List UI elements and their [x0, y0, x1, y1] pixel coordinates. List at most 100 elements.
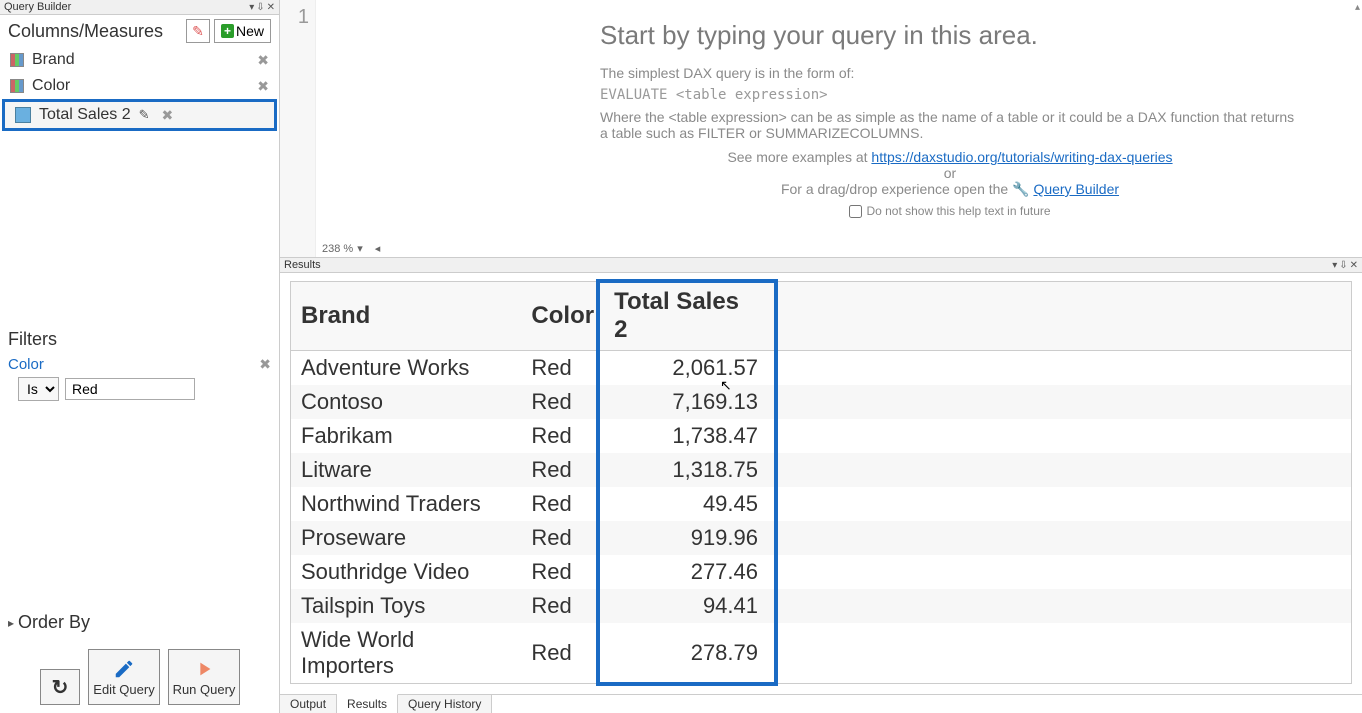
- help-line-1: The simplest DAX query is in the form of…: [600, 65, 1300, 81]
- dropdown-icon[interactable]: ▾: [1332, 260, 1337, 271]
- orderby-title[interactable]: ▸ Order By: [8, 610, 271, 639]
- tab-results[interactable]: Results: [337, 694, 398, 713]
- remove-icon[interactable]: ✖: [162, 107, 174, 124]
- cursor-icon: ↖: [720, 377, 732, 394]
- help-code: EVALUATE <table expression>: [600, 87, 1300, 103]
- table-row[interactable]: FabrikamRed1,738.47: [291, 419, 1351, 453]
- help-or: or: [600, 165, 1300, 181]
- help-dragdrop: For a drag/drop experience open the: [781, 181, 1012, 197]
- table-row[interactable]: Southridge VideoRed277.46: [291, 555, 1351, 589]
- cell-color: Red: [521, 623, 604, 683]
- run-query-button[interactable]: Run Query: [168, 649, 240, 705]
- measure-item-color[interactable]: Color ✖: [0, 73, 279, 99]
- cell-total: 2,061.57: [604, 351, 768, 386]
- cell-total: 277.46: [604, 555, 768, 589]
- help-title: Start by typing your query in this area.: [600, 20, 1300, 51]
- results-title: Results: [284, 259, 321, 271]
- column-icon: [10, 53, 24, 67]
- clear-button[interactable]: ✎: [186, 19, 210, 43]
- refresh-icon: [52, 675, 69, 700]
- orderby-label: Order By: [18, 612, 90, 633]
- editor-help: Start by typing your query in this area.…: [600, 20, 1300, 218]
- panel-title-text: Query Builder: [4, 1, 71, 13]
- editor-gutter: 1: [280, 0, 316, 257]
- cell-total: 49.45: [604, 487, 768, 521]
- cell-total: 919.96: [604, 521, 768, 555]
- results-body: Brand Color Total Sales 2 Adventure Work…: [280, 273, 1362, 694]
- dropdown-icon[interactable]: ▾: [249, 2, 254, 13]
- cell-brand: Tailspin Toys: [291, 589, 521, 623]
- col-header-total-sales-2[interactable]: Total Sales 2: [604, 282, 768, 351]
- wrench-icon: 🔧: [1012, 181, 1029, 197]
- new-button[interactable]: + New: [214, 19, 271, 43]
- eraser-icon: ✎: [192, 23, 204, 40]
- cell-color: Red: [521, 589, 604, 623]
- cell-color: Red: [521, 453, 604, 487]
- table-row[interactable]: Tailspin ToysRed94.41: [291, 589, 1351, 623]
- cell-color: Red: [521, 419, 604, 453]
- cell-brand: Southridge Video: [291, 555, 521, 589]
- table-row[interactable]: Adventure WorksRed2,061.57: [291, 351, 1351, 386]
- play-icon: [193, 658, 215, 680]
- table-row[interactable]: LitwareRed1,318.75: [291, 453, 1351, 487]
- filter-entry-color[interactable]: Color ✖: [8, 356, 271, 373]
- tab-output[interactable]: Output: [280, 695, 337, 713]
- close-icon[interactable]: ✕: [267, 2, 275, 13]
- cell-color: Red: [521, 487, 604, 521]
- col-header-color[interactable]: Color: [521, 282, 604, 351]
- refresh-button[interactable]: [40, 669, 80, 705]
- table-row[interactable]: Wide World ImportersRed278.79: [291, 623, 1351, 683]
- table-row[interactable]: ContosoRed7,169.13: [291, 385, 1351, 419]
- scroll-left-icon[interactable]: ◂: [375, 242, 381, 255]
- cell-total: 1,318.75: [604, 453, 768, 487]
- scroll-up-icon[interactable]: ▴: [1355, 2, 1360, 13]
- measure-list: Brand ✖ Color ✖ Total Sales 2 ✎ ✖: [0, 47, 279, 131]
- help-line-2: Where the <table expression> can be as s…: [600, 109, 1300, 141]
- help-examples-prefix: See more examples at: [727, 149, 871, 165]
- zoom-value: 238 %: [322, 243, 353, 255]
- edit-query-button[interactable]: Edit Query: [88, 649, 160, 705]
- run-query-label: Run Query: [173, 682, 236, 697]
- cell-color: Red: [521, 385, 604, 419]
- filter-value-input[interactable]: [65, 378, 195, 400]
- cell-brand: Northwind Traders: [291, 487, 521, 521]
- table-row[interactable]: ProsewareRed919.96: [291, 521, 1351, 555]
- help-query-builder-link[interactable]: Query Builder: [1033, 181, 1119, 197]
- filter-operator-select[interactable]: Is: [18, 377, 59, 401]
- pin-icon[interactable]: ⇩: [256, 2, 264, 13]
- cell-total: 94.41: [604, 589, 768, 623]
- cell-brand: Proseware: [291, 521, 521, 555]
- close-icon[interactable]: ✕: [1350, 260, 1358, 271]
- measure-icon: [15, 107, 31, 123]
- columns-measures-header: Columns/Measures ✎ + New: [0, 15, 279, 47]
- right-panel: ▴ 1 Start by typing your query in this a…: [280, 0, 1362, 713]
- col-header-brand[interactable]: Brand: [291, 282, 521, 351]
- measure-label: Color: [32, 77, 70, 95]
- orderby-block: ▸ Order By: [0, 606, 279, 643]
- column-icon: [10, 79, 24, 93]
- zoom-indicator[interactable]: 238 % ▾ ◂: [316, 240, 386, 257]
- query-builder-panel: Query Builder ▾ ⇩ ✕ Columns/Measures ✎ +…: [0, 0, 280, 713]
- cell-total: 1,738.47: [604, 419, 768, 453]
- tab-query-history[interactable]: Query History: [398, 695, 492, 713]
- help-examples-link[interactable]: https://daxstudio.org/tutorials/writing-…: [871, 149, 1172, 165]
- pencil-icon: [113, 658, 135, 680]
- measure-item-total-sales-2[interactable]: Total Sales 2 ✎ ✖: [2, 99, 277, 131]
- cell-total: 278.79: [604, 623, 768, 683]
- editor-area[interactable]: ▴ 1 Start by typing your query in this a…: [280, 0, 1362, 258]
- edit-icon[interactable]: ✎: [139, 107, 150, 123]
- remove-icon[interactable]: ✖: [257, 52, 269, 69]
- do-not-show-label: Do not show this help text in future: [866, 204, 1050, 218]
- do-not-show-checkbox[interactable]: [849, 205, 862, 218]
- remove-filter-icon[interactable]: ✖: [259, 356, 271, 373]
- table-row[interactable]: Northwind TradersRed49.45: [291, 487, 1351, 521]
- filters-block: Filters Color ✖ Is: [0, 323, 279, 415]
- pin-icon[interactable]: ⇩: [1339, 260, 1347, 271]
- filter-name: Color: [8, 356, 44, 373]
- chevron-down-icon[interactable]: ▾: [357, 242, 363, 255]
- cell-brand: Adventure Works: [291, 351, 521, 386]
- remove-icon[interactable]: ✖: [257, 78, 269, 95]
- measure-label: Brand: [32, 51, 75, 69]
- measure-item-brand[interactable]: Brand ✖: [0, 47, 279, 73]
- measure-label: Total Sales 2: [39, 106, 131, 124]
